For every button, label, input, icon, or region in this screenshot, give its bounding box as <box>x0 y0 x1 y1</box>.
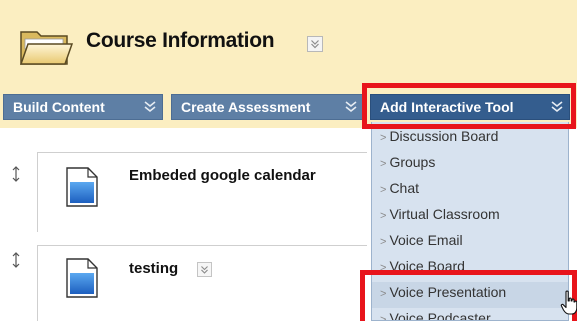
item-title[interactable]: testing <box>129 260 178 277</box>
chevron-down-icon <box>345 101 357 113</box>
course-content-page: { "header": { "title": "Course Informati… <box>0 0 577 321</box>
menu-item-discussion-board[interactable]: > Discussion Board <box>372 126 568 152</box>
chevron-down-icon <box>144 101 156 113</box>
document-icon <box>66 167 98 207</box>
document-icon <box>66 258 98 298</box>
menu-item-groups[interactable]: > Groups <box>372 152 568 178</box>
highlight-box-voice-presentation <box>360 270 577 321</box>
create-assessment-button[interactable]: Create Assessment <box>171 94 364 120</box>
menu-item-chat[interactable]: > Chat <box>372 178 568 204</box>
menu-item-voice-email[interactable]: > Voice Email <box>372 230 568 256</box>
folder-icon <box>19 31 73 65</box>
build-content-label: Build Content <box>13 99 105 115</box>
drag-handle-icon[interactable] <box>11 252 21 268</box>
hand-cursor-icon <box>560 290 577 315</box>
item-options-chevron-icon[interactable] <box>197 262 212 277</box>
page-title: Course Information <box>86 29 275 52</box>
item-title[interactable]: Embeded google calendar <box>129 167 316 184</box>
drag-handle-icon[interactable] <box>11 166 21 182</box>
highlight-box-add-tool <box>362 83 576 129</box>
create-assessment-label: Create Assessment <box>181 99 311 115</box>
build-content-button[interactable]: Build Content <box>3 94 163 120</box>
menu-item-virtual-classroom[interactable]: > Virtual Classroom <box>372 204 568 230</box>
title-options-chevron-icon[interactable] <box>307 36 323 52</box>
